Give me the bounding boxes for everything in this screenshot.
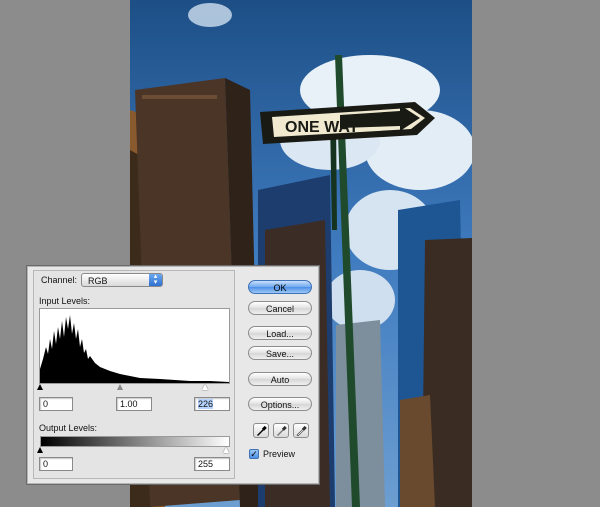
channel-value: RGB [88, 276, 108, 286]
load-button[interactable]: Load... [248, 326, 312, 340]
white-eyedropper-button[interactable] [293, 423, 309, 438]
histogram-graph [40, 315, 229, 383]
black-eyedropper-icon [257, 425, 267, 436]
channel-select[interactable]: RGB ▴ ▾ [81, 273, 163, 287]
checkmark-icon: ✓ [250, 449, 258, 459]
output-levels-label: Output Levels: [39, 423, 98, 433]
levels-dialog: Channel: RGB ▴ ▾ Input Levels: 0 1.00 226… [26, 265, 320, 485]
output-white-value: 255 [198, 459, 214, 469]
options-button[interactable]: Options... [248, 397, 312, 411]
input-gamma-value: 1.00 [120, 399, 138, 409]
input-slider-track [40, 383, 229, 391]
input-black-field[interactable]: 0 [39, 397, 73, 411]
white-eyedropper-icon [296, 425, 307, 437]
input-white-slider[interactable] [201, 384, 208, 390]
preview-label: Preview [263, 449, 296, 459]
ok-button[interactable]: OK [248, 280, 312, 294]
output-black-field[interactable]: 0 [39, 457, 73, 471]
histogram [39, 308, 230, 384]
save-button[interactable]: Save... [248, 346, 312, 360]
output-black-value: 0 [43, 459, 49, 469]
input-white-field[interactable]: 226 [194, 397, 230, 411]
output-white-field[interactable]: 255 [194, 457, 230, 471]
channel-label: Channel: [41, 275, 78, 285]
gray-eyedropper-icon [277, 425, 287, 436]
input-gamma-field[interactable]: 1.00 [116, 397, 152, 411]
output-black-slider[interactable] [37, 447, 43, 453]
black-eyedropper-button[interactable] [253, 423, 269, 438]
gray-eyedropper-button[interactable] [273, 423, 289, 438]
input-black-slider[interactable] [37, 384, 43, 390]
input-white-value: 226 [198, 399, 214, 409]
input-black-value: 0 [43, 399, 49, 409]
preview-checkbox[interactable]: ✓ [249, 449, 259, 459]
output-gradient-bar [40, 436, 230, 447]
output-white-slider[interactable] [223, 447, 229, 453]
input-gamma-slider[interactable] [116, 384, 123, 390]
auto-button[interactable]: Auto [248, 372, 312, 386]
one-way-sign-text: ONE WAY [285, 119, 359, 136]
chevron-updown-icon: ▴ ▾ [149, 273, 162, 286]
cancel-button[interactable]: Cancel [248, 301, 312, 315]
input-levels-label: Input Levels: [39, 296, 91, 306]
workspace: ONE WAY Channel: RGB ▴ ▾ Input Levels: 0 … [0, 0, 600, 507]
